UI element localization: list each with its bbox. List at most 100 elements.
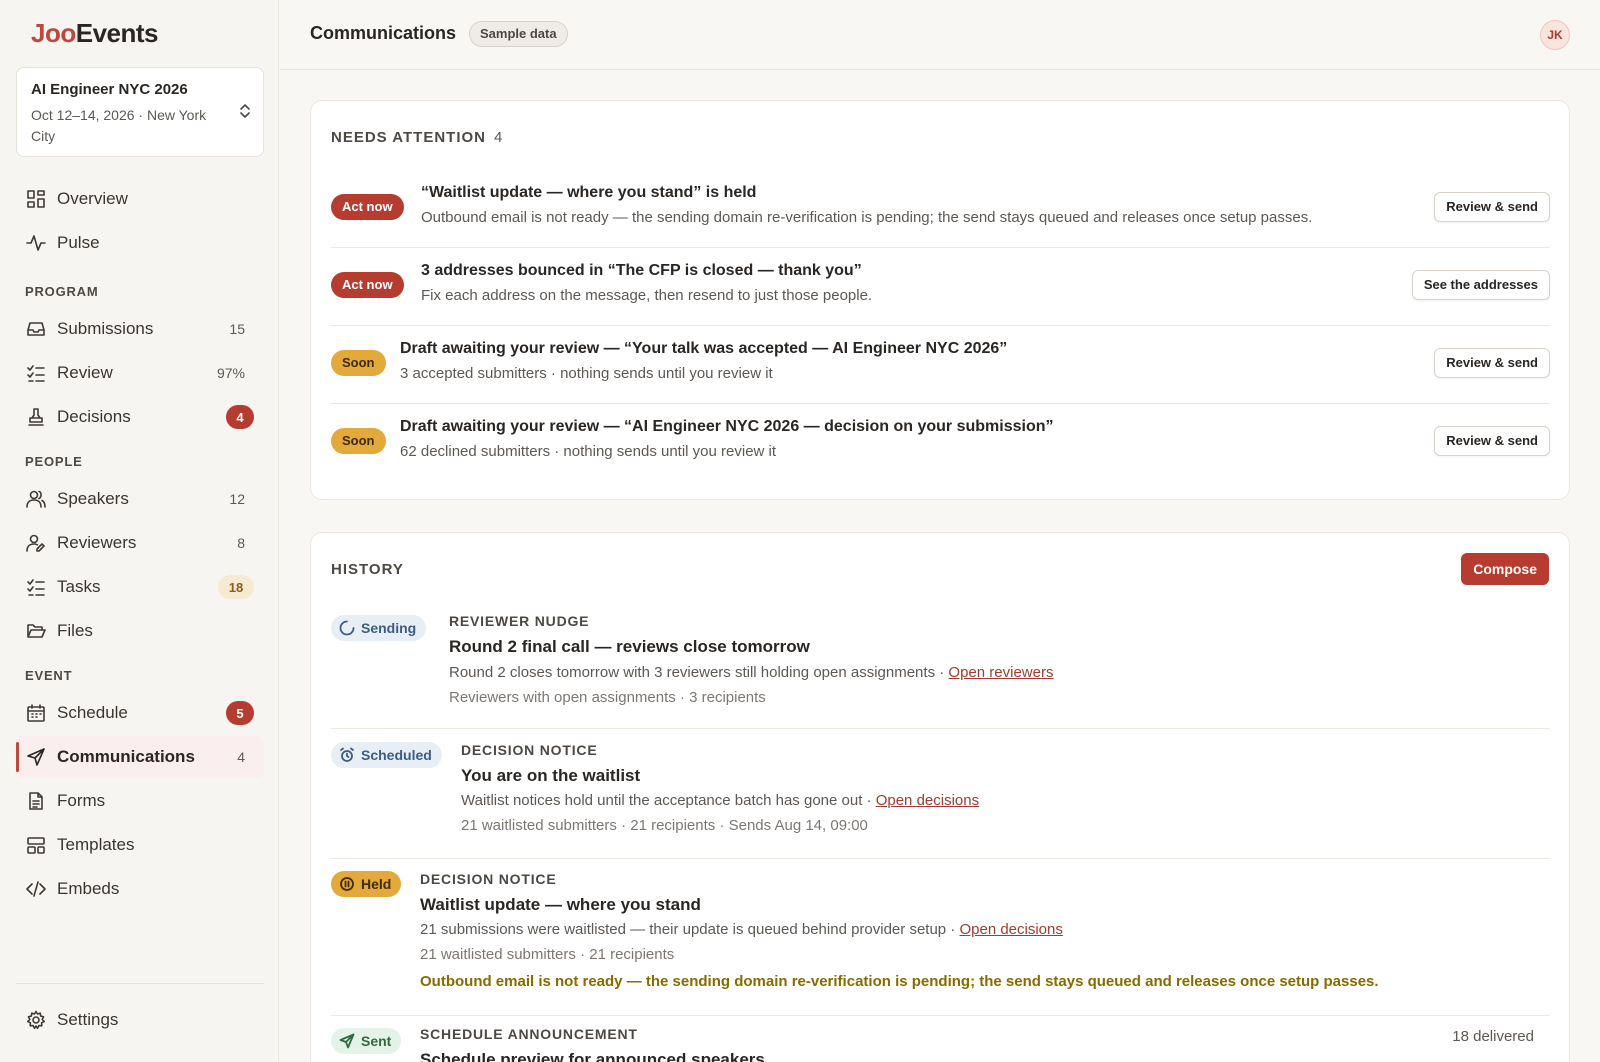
history-title: Round 2 final call — reviews close tomor… bbox=[449, 637, 810, 656]
activity-icon bbox=[26, 233, 46, 253]
page-title: Communications bbox=[310, 23, 457, 43]
users-icon bbox=[26, 489, 46, 509]
nav-tasks[interactable]: Tasks 18 bbox=[16, 566, 264, 608]
nav-files-label: Files bbox=[57, 621, 93, 640]
nav-speakers-count: 12 bbox=[229, 491, 245, 507]
gear-icon bbox=[26, 1010, 46, 1030]
nav-settings[interactable]: Settings bbox=[16, 999, 264, 1041]
history-item[interactable]: Sending REVIEWER NUDGE Round 2 final cal… bbox=[331, 613, 1550, 729]
attention-item-title: “Waitlist update — where you stand” is h… bbox=[421, 184, 757, 201]
act-now-tag: Act now bbox=[331, 194, 404, 220]
status-badge: Sending bbox=[331, 615, 427, 641]
nav-communications-label: Communications bbox=[57, 747, 195, 766]
open-decisions-link[interactable]: Open decisions bbox=[876, 792, 979, 809]
nav-tasks-label: Tasks bbox=[57, 577, 101, 596]
section-program: PROGRAM bbox=[25, 284, 99, 299]
open-reviewers-link[interactable]: Open reviewers bbox=[948, 664, 1053, 681]
history-title: Schedule preview for announced speakers bbox=[420, 1050, 765, 1062]
nav-overview-label: Overview bbox=[57, 189, 128, 208]
nav-speakers[interactable]: Speakers 12 bbox=[16, 478, 264, 520]
act-now-tag: Act now bbox=[331, 272, 404, 298]
nav-embeds-label: Embeds bbox=[57, 879, 120, 898]
file-text-icon bbox=[26, 791, 46, 811]
nav-reviewers-count: 8 bbox=[237, 535, 245, 551]
history-kind: DECISION NOTICE bbox=[461, 742, 598, 758]
compose-button[interactable]: Compose bbox=[1461, 553, 1549, 585]
sample-data-badge: Sample data bbox=[469, 21, 568, 47]
attention-item-title: Draft awaiting your review — “Your talk … bbox=[400, 340, 1008, 357]
nav-communications-count: 4 bbox=[237, 749, 245, 765]
status-label: Held bbox=[361, 876, 392, 892]
history-description-text: Waitlist notices hold until the acceptan… bbox=[461, 792, 876, 809]
review-send-button[interactable]: Review & send bbox=[1434, 426, 1550, 456]
nav-schedule-badge: 5 bbox=[226, 701, 254, 725]
history-description: Round 2 closes tomorrow with 3 reviewers… bbox=[449, 664, 1053, 681]
history-card: HISTORY Compose Sending REVIEWER NUDGE R… bbox=[310, 532, 1570, 1062]
brand-logo[interactable]: JooEvents bbox=[31, 18, 159, 49]
see-addresses-button[interactable]: See the addresses bbox=[1411, 270, 1550, 300]
layout-template-icon bbox=[26, 835, 46, 855]
soon-tag: Soon bbox=[331, 350, 386, 376]
nav-reviewers[interactable]: Reviewers 8 bbox=[16, 522, 264, 564]
grid-icon bbox=[26, 189, 46, 209]
nav-forms[interactable]: Forms bbox=[16, 780, 264, 822]
needs-attention-title: NEEDS ATTENTION 4 bbox=[331, 129, 502, 146]
nav-review-count: 97% bbox=[216, 365, 245, 381]
history-meta: Reviewers with open assignments · 3 reci… bbox=[449, 689, 766, 706]
folder-open-icon bbox=[26, 621, 46, 641]
nav-review[interactable]: Review 97% bbox=[16, 352, 264, 394]
section-event: EVENT bbox=[25, 668, 73, 683]
nav-submissions[interactable]: Submissions 15 bbox=[16, 308, 264, 350]
history-item[interactable]: Held DECISION NOTICE Waitlist update — w… bbox=[331, 871, 1550, 1016]
nav-pulse[interactable]: Pulse bbox=[16, 222, 264, 264]
code-icon bbox=[26, 879, 46, 899]
section-people: PEOPLE bbox=[25, 454, 83, 469]
status-label: Sending bbox=[361, 620, 417, 636]
history-kind: SCHEDULE ANNOUNCEMENT bbox=[420, 1026, 638, 1042]
list-check-icon bbox=[26, 363, 46, 383]
nav-decisions-badge: 4 bbox=[226, 405, 254, 429]
nav-speakers-label: Speakers bbox=[57, 489, 129, 508]
nav-decisions[interactable]: Decisions 4 bbox=[16, 396, 264, 438]
event-switcher[interactable]: AI Engineer NYC 2026 Oct 12–14, 2026 · N… bbox=[16, 67, 264, 157]
status-badge: Held bbox=[331, 871, 402, 897]
pause-circle-icon bbox=[340, 877, 354, 891]
history-description-text: Round 2 closes tomorrow with 3 reviewers… bbox=[449, 664, 949, 681]
nav-submissions-count: 15 bbox=[229, 321, 245, 337]
needs-attention-count: 4 bbox=[494, 129, 503, 146]
review-send-button[interactable]: Review & send bbox=[1434, 348, 1550, 378]
brand-logo-part1: Joo bbox=[31, 18, 76, 48]
nav-templates-label: Templates bbox=[57, 835, 135, 854]
nav-files[interactable]: Files bbox=[16, 610, 264, 652]
send-icon bbox=[26, 747, 46, 767]
nav-communications[interactable]: Communications 4 bbox=[16, 736, 264, 778]
status-badge: Sent bbox=[331, 1028, 402, 1054]
nav-reviewers-label: Reviewers bbox=[57, 533, 137, 552]
attention-item-subtitle: 62 declined submitters · nothing sends u… bbox=[400, 443, 777, 460]
nav-settings-label: Settings bbox=[57, 1010, 119, 1029]
nav-embeds[interactable]: Embeds bbox=[16, 868, 264, 910]
status-badge: Scheduled bbox=[331, 742, 442, 768]
attention-item: Soon Draft awaiting your review — “Your … bbox=[331, 326, 1550, 404]
history-description: Waitlist notices hold until the acceptan… bbox=[461, 792, 979, 809]
history-description-text: 21 submissions were waitlisted — their u… bbox=[420, 921, 960, 938]
stamp-icon bbox=[26, 407, 46, 427]
nav-schedule-label: Schedule bbox=[57, 703, 128, 722]
nav-forms-label: Forms bbox=[57, 791, 106, 810]
attention-item-title: 3 addresses bounced in “The CFP is close… bbox=[421, 262, 862, 279]
open-decisions-link[interactable]: Open decisions bbox=[959, 921, 1062, 938]
review-send-button[interactable]: Review & send bbox=[1434, 192, 1550, 222]
needs-attention-label: NEEDS ATTENTION bbox=[331, 129, 487, 146]
delivered-count: 18 delivered bbox=[1452, 1028, 1534, 1045]
nav-tasks-badge: 18 bbox=[218, 575, 254, 599]
user-avatar[interactable]: JK bbox=[1540, 20, 1570, 50]
nav-submissions-label: Submissions bbox=[57, 319, 154, 338]
attention-item-subtitle: Outbound email is not ready — the sendin… bbox=[421, 209, 1313, 226]
history-item[interactable]: Sent SCHEDULE ANNOUNCEMENT Schedule prev… bbox=[331, 1026, 1550, 1062]
history-item[interactable]: Scheduled DECISION NOTICE You are on the… bbox=[331, 742, 1550, 859]
nav-overview[interactable]: Overview bbox=[16, 178, 264, 220]
history-meta: 21 waitlisted submitters · 21 recipients bbox=[420, 946, 675, 963]
nav-schedule[interactable]: Schedule 5 bbox=[16, 692, 264, 734]
inbox-icon bbox=[26, 319, 46, 339]
nav-templates[interactable]: Templates bbox=[16, 824, 264, 866]
